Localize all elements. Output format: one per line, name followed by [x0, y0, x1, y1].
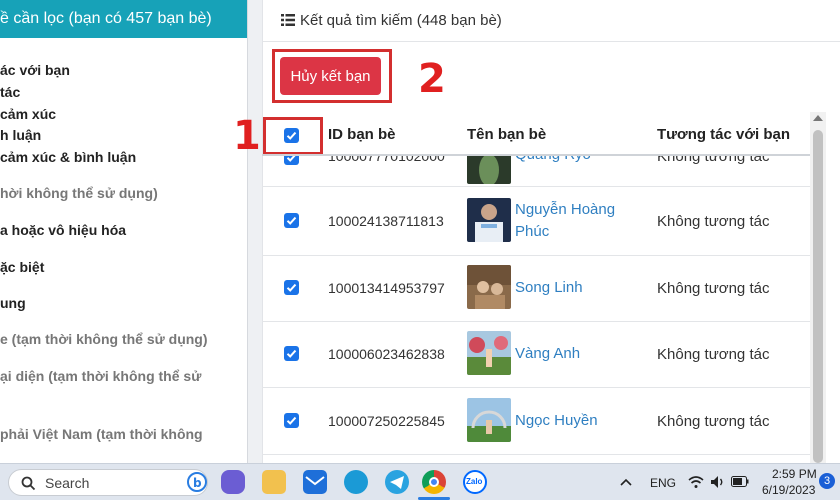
wifi-icon[interactable]	[688, 475, 704, 489]
battery-icon[interactable]	[731, 476, 749, 487]
friend-id: 100024138711813	[328, 213, 444, 229]
friend-name-link[interactable]: Song Linh	[515, 277, 583, 299]
bing-icon[interactable]: b	[187, 472, 207, 492]
friend-interaction: Không tương tác	[657, 213, 770, 230]
step-2-label: 2	[418, 56, 446, 102]
filter-option[interactable]: cảm xúc	[0, 106, 56, 122]
row-checkbox[interactable]	[284, 413, 299, 428]
row-checkbox[interactable]	[284, 346, 299, 361]
row-divider	[262, 321, 810, 322]
friend-name-link[interactable]: Vàng Anh	[515, 343, 580, 365]
filter-panel-header: ề cần lọc (bạn có 457 bạn bè)	[0, 0, 247, 38]
language-indicator[interactable]: ENG	[650, 476, 676, 490]
friend-interaction: Không tương tác	[657, 156, 770, 165]
zalo-icon[interactable]: Zalo	[463, 470, 487, 494]
filter-option[interactable]: phải Việt Nam (tạm thời không	[0, 426, 203, 442]
chrome-icon[interactable]	[422, 470, 446, 494]
filter-option[interactable]: ặc biệt	[0, 259, 44, 275]
search-placeholder: Search	[45, 475, 90, 491]
row-divider	[262, 387, 810, 388]
chevron-up-icon[interactable]	[620, 478, 632, 486]
column-header-name[interactable]: Tên bạn bè	[467, 126, 546, 143]
row-divider	[262, 454, 810, 455]
scrollbar-thumb[interactable]	[813, 130, 823, 463]
friend-name-link[interactable]: Ngọc Huyền	[515, 410, 598, 432]
row-checkbox[interactable]	[284, 213, 299, 228]
friend-name-link[interactable]: Quang Ryo	[515, 156, 591, 166]
row-checkbox[interactable]	[284, 280, 299, 295]
check-icon	[286, 156, 296, 162]
table-header-divider	[262, 154, 810, 156]
highlight-box-select-all	[263, 117, 323, 155]
edge-icon[interactable]	[344, 470, 368, 494]
check-icon	[286, 349, 297, 358]
check-icon	[286, 416, 297, 425]
file-explorer-icon[interactable]	[262, 470, 286, 494]
friend-avatar	[467, 198, 511, 242]
friend-avatar	[467, 398, 511, 442]
mail-icon[interactable]	[303, 470, 327, 494]
check-icon	[286, 283, 297, 292]
friend-interaction: Không tương tác	[657, 346, 770, 363]
filter-option[interactable]: ại diện (tạm thời không thể sử	[0, 368, 201, 384]
filter-option[interactable]: tác	[0, 84, 20, 100]
row-divider	[262, 186, 810, 187]
friend-name-link[interactable]: Nguyễn Hoàng Phúc	[515, 199, 635, 243]
friend-interaction: Không tương tác	[657, 413, 770, 430]
friend-avatar	[467, 156, 511, 184]
filter-option[interactable]: e (tạm thời không thể sử dụng)	[0, 331, 208, 347]
friend-id: 100013414953797	[328, 280, 445, 296]
friend-avatar	[467, 265, 511, 309]
highlight-box-unfriend	[272, 49, 392, 103]
results-title-bar: Kết quả tìm kiếm (448 bạn bè)	[263, 0, 840, 42]
friend-id: 100007770102000	[328, 156, 445, 164]
teams-icon[interactable]	[221, 470, 245, 494]
filter-option[interactable]: h luận	[0, 127, 41, 143]
check-icon	[286, 216, 297, 225]
filter-option[interactable]: cảm xúc & bình luận	[0, 149, 136, 165]
search-icon	[21, 476, 36, 491]
friend-avatar	[467, 331, 511, 375]
results-title: Kết quả tìm kiếm (448 bạn bè)	[300, 12, 502, 29]
filter-option[interactable]: a hoặc vô hiệu hóa	[0, 222, 126, 238]
filter-option[interactable]: ung	[0, 295, 26, 311]
clock-time[interactable]: 2:59 PM	[772, 467, 817, 481]
filter-option[interactable]: ác với bạn	[0, 62, 70, 78]
table-row: 100007770102000 Quang Ryo Không tương tá…	[262, 156, 810, 186]
column-header-id[interactable]: ID bạn bè	[328, 126, 396, 143]
speaker-icon[interactable]	[710, 475, 726, 489]
telegram-icon[interactable]	[385, 470, 409, 494]
clock-date[interactable]: 6/19/2023	[762, 483, 815, 497]
zalo-label: Zalo	[466, 477, 483, 486]
step-1-label: 1	[233, 113, 261, 159]
filter-option[interactable]: hời không thể sử dụng)	[0, 185, 158, 201]
row-checkbox[interactable]	[284, 156, 299, 165]
taskbar-search[interactable]: Search b	[8, 469, 208, 496]
friend-id: 100007250225845	[328, 413, 445, 429]
friend-id: 100006023462838	[328, 346, 445, 362]
column-header-interaction[interactable]: Tương tác với bạn	[657, 126, 790, 143]
list-icon	[281, 14, 295, 26]
windows-taskbar: Search b Zalo ENG 2:59 PM 6/19/2023 3	[0, 463, 840, 500]
scroll-up-arrow-icon[interactable]	[813, 115, 823, 121]
svg-text:b: b	[193, 476, 202, 490]
notification-badge[interactable]: 3	[819, 473, 835, 489]
row-divider	[262, 255, 810, 256]
filter-panel: ề cần lọc (bạn có 457 bạn bè) ác với bạn…	[0, 0, 248, 463]
friend-interaction: Không tương tác	[657, 280, 770, 297]
